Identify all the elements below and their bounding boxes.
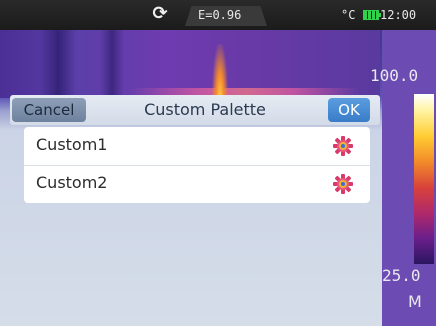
gear-icon[interactable] (332, 135, 354, 157)
cancel-button[interactable]: Cancel (12, 98, 86, 122)
list-item-custom2[interactable]: Custom2 (24, 165, 370, 203)
battery-icon (363, 10, 381, 20)
thermal-camera-screen: ⟳ E=0.96 °C 12:00 100.0 25.0 M Cancel Cu… (0, 0, 436, 326)
thermal-cold-region (40, 28, 76, 98)
clock-time: 12:00 (380, 8, 417, 22)
temperature-unit: °C (341, 8, 356, 22)
refresh-icon[interactable]: ⟳ (150, 4, 170, 24)
thermal-image (0, 28, 380, 110)
scale-max-value: 100.0 (370, 66, 419, 85)
custom-palette-list: Custom1 Custom2 (24, 127, 370, 203)
emissivity-value: E=0.96 (198, 8, 242, 22)
scale-min-value: 25.0 (382, 266, 421, 285)
list-item-custom1[interactable]: Custom1 (24, 127, 370, 166)
thermal-cold-region (100, 28, 124, 98)
dialog-title: Custom Palette (144, 100, 266, 119)
list-item-label: Custom2 (36, 173, 108, 192)
scale-mode-indicator[interactable]: M (408, 292, 422, 311)
status-bar: ⟳ E=0.96 °C 12:00 (0, 0, 436, 30)
gear-icon[interactable] (332, 173, 354, 195)
ok-button[interactable]: OK (328, 98, 370, 122)
list-item-label: Custom1 (36, 135, 108, 154)
color-scale-bar (414, 94, 434, 264)
